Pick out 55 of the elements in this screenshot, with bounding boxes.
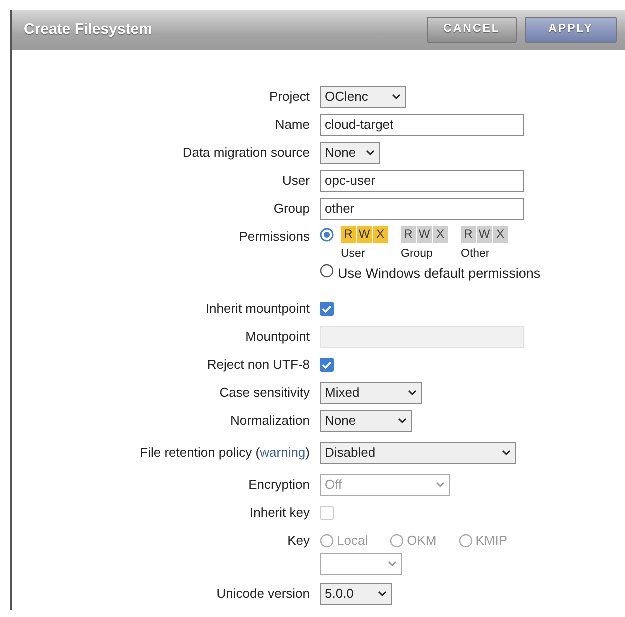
- chevron-icon: [436, 482, 445, 488]
- dropdown[interactable]: OClenc: [320, 86, 406, 108]
- permission-toggle[interactable]: X: [373, 226, 388, 243]
- field-label: Inherit mountpoint: [204, 300, 311, 318]
- permission-toggle[interactable]: W: [417, 226, 432, 243]
- permission-toggle[interactable]: W: [477, 226, 492, 243]
- text-field[interactable]: opc-user: [320, 170, 524, 192]
- permission-group-label: Group: [401, 248, 433, 260]
- dropdown[interactable]: None: [320, 142, 380, 164]
- chevron-icon: [388, 560, 397, 567]
- permission-toggle[interactable]: X: [433, 226, 448, 243]
- permission-group-label: User: [341, 248, 366, 260]
- chevron-icon: [502, 450, 511, 456]
- field-label: Data migration source: [182, 144, 311, 162]
- chevron-icon: [378, 590, 387, 597]
- field-label: Encryption: [248, 476, 311, 494]
- dropdown[interactable]: Disabled: [320, 442, 516, 464]
- permission-group-label: Other: [461, 248, 490, 260]
- field-label: Key: [286, 532, 311, 550]
- field-label: File retention policy (warning): [139, 444, 311, 462]
- permission-toggle[interactable]: X: [493, 226, 508, 243]
- dropdown[interactable]: Mixed: [320, 382, 422, 404]
- field-label: Unicode version: [216, 584, 311, 603]
- field-label: Name: [274, 116, 311, 134]
- permission-toggle[interactable]: W: [357, 226, 372, 243]
- field-label: Permissions: [238, 228, 311, 246]
- radio-label: KMIP: [476, 532, 508, 550]
- field-label: Project: [268, 88, 311, 106]
- radio-label: Local: [337, 532, 368, 550]
- permission-toggle[interactable]: R: [461, 226, 476, 243]
- dropdown[interactable]: None: [320, 410, 412, 432]
- dropdown[interactable]: 5.0.0: [320, 582, 392, 605]
- radio-button[interactable]: [320, 228, 334, 242]
- field-label: User: [282, 172, 311, 190]
- permission-toggle[interactable]: R: [341, 226, 356, 243]
- text-field[interactable]: other: [320, 198, 524, 220]
- chevron-icon: [392, 94, 401, 100]
- chevron-icon: [398, 418, 407, 424]
- chevron-icon: [408, 390, 417, 396]
- radio-label: Use Windows default permissions: [338, 264, 541, 283]
- radio-label: OKM: [407, 532, 437, 550]
- field-label: Mountpoint: [244, 328, 311, 346]
- field-label: Inherit key: [249, 504, 311, 522]
- dialog-title: Create Filesystem: [24, 20, 152, 40]
- text-field[interactable]: cloud-target: [320, 114, 524, 136]
- radio-button[interactable]: [320, 264, 334, 278]
- field-label: Normalization: [230, 412, 311, 430]
- field-label: Reject non UTF-8: [206, 356, 311, 374]
- checkbox[interactable]: [320, 358, 334, 372]
- permission-toggle[interactable]: R: [401, 226, 416, 243]
- field-label: Case sensitivity: [218, 384, 311, 402]
- warning-link[interactable]: warning: [260, 444, 306, 460]
- field-label: Group: [272, 200, 311, 218]
- checkbox[interactable]: [320, 302, 334, 316]
- chevron-icon: [366, 150, 375, 156]
